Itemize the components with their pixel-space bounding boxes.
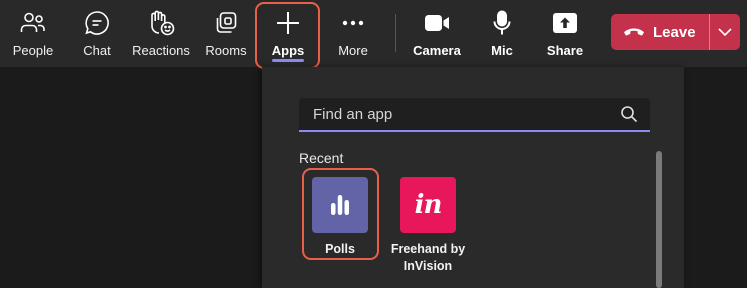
- apps-flyout-panel: Recent Polls in Freehand by InVision: [262, 67, 684, 288]
- raise-hand-icon: [147, 9, 175, 37]
- people-label: People: [12, 43, 54, 58]
- microphone-icon: [488, 9, 516, 37]
- reactions-label: Reactions: [132, 43, 190, 58]
- camera-label: Camera: [413, 43, 461, 58]
- mic-label: Mic: [491, 43, 513, 58]
- leave-label: Leave: [653, 23, 696, 41]
- camera-icon: [423, 9, 451, 37]
- chat-label: Chat: [83, 43, 111, 58]
- share-label: Share: [546, 43, 584, 58]
- rooms-label: Rooms: [205, 43, 247, 58]
- chat-button[interactable]: Chat: [79, 6, 115, 62]
- apps-button-highlight: [255, 2, 320, 69]
- hang-up-phone-icon: [623, 26, 645, 38]
- app-search-input[interactable]: [299, 98, 619, 130]
- camera-button[interactable]: Camera: [413, 6, 461, 62]
- search-icon[interactable]: [620, 105, 638, 123]
- freehand-app-name: Freehand by InVision: [391, 241, 465, 275]
- panel-scrollbar[interactable]: [656, 151, 662, 288]
- more-dots-icon: [339, 9, 367, 37]
- share-screen-icon: [551, 9, 579, 37]
- leave-button[interactable]: Leave: [611, 14, 709, 50]
- toolbar-divider: [395, 14, 396, 52]
- polls-highlight: [302, 168, 379, 260]
- invision-app-icon: in: [400, 177, 456, 233]
- leave-button-group: Leave: [611, 14, 740, 50]
- meeting-toolbar: People Chat Reactions Rooms Apps More Ca…: [0, 0, 747, 69]
- invision-logo-text: in: [414, 190, 443, 220]
- recent-section-title: Recent: [299, 150, 344, 166]
- app-search-box: [299, 98, 650, 132]
- people-icon: [19, 9, 47, 37]
- more-label: More: [338, 43, 368, 58]
- breakout-rooms-icon: [212, 9, 240, 37]
- leave-options-dropdown[interactable]: [710, 14, 740, 50]
- freehand-app-name-line1: Freehand by: [390, 242, 466, 256]
- chevron-down-icon: [718, 28, 732, 36]
- mic-button[interactable]: Mic: [487, 6, 517, 62]
- more-button[interactable]: More: [336, 6, 370, 62]
- rooms-button[interactable]: Rooms: [205, 6, 247, 62]
- people-button[interactable]: People: [12, 6, 54, 62]
- app-freehand-by-invision[interactable]: in Freehand by InVision: [390, 177, 466, 275]
- share-button[interactable]: Share: [546, 6, 584, 62]
- freehand-app-name-line2: InVision: [403, 259, 453, 273]
- reactions-button[interactable]: Reactions: [132, 6, 190, 62]
- chat-icon: [83, 9, 111, 37]
